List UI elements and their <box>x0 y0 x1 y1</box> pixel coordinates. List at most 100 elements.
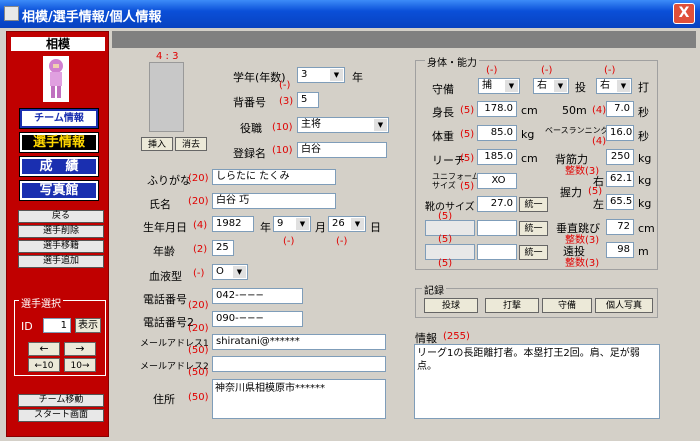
kana-input[interactable]: しらたに たくみ <box>212 169 336 185</box>
team-move-button[interactable]: チーム移動 <box>18 394 104 407</box>
grade-value: 3 <box>301 69 308 80</box>
nav-stats[interactable]: 成 績 <box>19 156 99 177</box>
mail1-input[interactable]: shiratani@****** <box>212 334 386 350</box>
photo-ratio: 4 : 3 <box>156 51 179 62</box>
bat-select[interactable]: 右 ▼ <box>596 78 632 94</box>
birth-month-hint: (-) <box>283 236 295 247</box>
show-button[interactable]: 表示 <box>75 318 101 333</box>
next10-button[interactable]: 10→ <box>64 358 96 372</box>
jump-unit: cm <box>638 222 655 235</box>
extra1-unify-button[interactable]: 統一 <box>519 221 548 236</box>
extra1-input[interactable] <box>477 220 517 236</box>
tel1-label: 電話番号 <box>143 293 187 306</box>
shoe-input[interactable]: 27.0 <box>477 196 517 212</box>
role-select[interactable]: 主将 ▼ <box>297 117 389 133</box>
record-fielding-button[interactable]: 守備 <box>542 298 592 313</box>
age-limit: (2) <box>193 244 208 255</box>
number-input[interactable]: 5 <box>297 92 319 108</box>
player-photo <box>149 62 184 132</box>
run50-limit: (4) <box>592 105 607 116</box>
muscle-input[interactable]: 250 <box>606 149 634 165</box>
start-screen-button[interactable]: スタート画面 <box>18 409 104 422</box>
birth-day-value: 26 <box>332 218 345 229</box>
grade-label: 学年(年数) <box>233 71 286 84</box>
regname-input[interactable]: 白谷 <box>297 142 387 158</box>
height-input[interactable]: 178.0 <box>477 101 517 117</box>
title-bar: 相模/選手情報/個人情報 <box>0 0 700 28</box>
pos-hint: (-) <box>486 65 498 76</box>
nav-player-info[interactable]: 選手情報 <box>19 132 99 153</box>
jump-input[interactable]: 72 <box>606 219 634 235</box>
run50-unit: 秒 <box>638 106 649 119</box>
pos-label: 守備 <box>432 83 454 96</box>
base-limit: (4) <box>592 136 607 147</box>
reach-input[interactable]: 185.0 <box>477 149 517 165</box>
muscle-unit: kg <box>638 152 652 165</box>
tel1-input[interactable]: 042-−−− <box>212 288 303 304</box>
record-batting-button[interactable]: 打撃 <box>485 298 539 313</box>
number-label: 背番号 <box>233 96 266 109</box>
grade-select[interactable]: 3 ▼ <box>297 67 345 83</box>
mail2-limit: (50) <box>188 367 209 378</box>
uniform-input[interactable]: XO <box>477 173 517 189</box>
birth-limit: (4) <box>193 220 208 231</box>
prev-button[interactable]: ← <box>28 342 60 356</box>
chevron-down-icon: ▼ <box>554 80 567 92</box>
kana-limit: (20) <box>188 173 209 184</box>
tel2-label: 電話番号2 <box>143 316 194 329</box>
bat-hint: (-) <box>604 65 616 76</box>
nav-photos[interactable]: 写真館 <box>19 180 99 201</box>
personal-photo-button[interactable]: 個人写真 <box>595 298 653 313</box>
birth-year-input[interactable]: 1982 <box>212 216 254 232</box>
throwdist-input[interactable]: 98 <box>606 242 634 258</box>
extra2-unify-button[interactable]: 統一 <box>519 245 548 260</box>
pos-value: 捕 <box>482 80 492 91</box>
info-textarea[interactable]: リーグ1の長距離打者。本塁打王2回。肩、足が弱点。 <box>414 344 660 419</box>
age-input[interactable]: 25 <box>212 240 234 256</box>
photo-insert-button[interactable]: 挿入 <box>141 137 173 151</box>
close-button[interactable]: X <box>673 3 695 24</box>
role-limit: (10) <box>272 122 293 133</box>
chevron-down-icon: ▼ <box>233 266 246 278</box>
run50-input[interactable]: 7.0 <box>606 101 634 117</box>
nav-team-info[interactable]: チーム情報 <box>19 108 99 129</box>
blood-select[interactable]: O ▼ <box>212 264 248 280</box>
grip-left-unit: kg <box>638 197 652 210</box>
addr-textarea[interactable]: 神奈川県相模原市****** <box>212 379 386 419</box>
birth-month-select[interactable]: 9 ▼ <box>273 216 311 232</box>
grip-left-input[interactable]: 65.5 <box>606 194 634 210</box>
photo-delete-button[interactable]: 消去 <box>175 137 207 151</box>
birth-day-unit: 日 <box>370 221 381 234</box>
transfer-player-button[interactable]: 選手移籍 <box>18 240 104 253</box>
mail2-input[interactable] <box>212 356 386 372</box>
extra2-input[interactable] <box>477 244 517 260</box>
back-button[interactable]: 戻る <box>18 210 104 223</box>
prev10-button[interactable]: ←10 <box>28 358 60 372</box>
throwdist-unit: m <box>638 245 649 258</box>
regname-limit: (10) <box>272 145 293 156</box>
grip-label: 握力 <box>560 186 582 199</box>
id-input[interactable]: 1 <box>43 318 71 333</box>
base-label: ベースランニング <box>545 126 609 135</box>
birth-year-unit: 年 <box>260 221 271 234</box>
throw-select[interactable]: 右 ▼ <box>533 78 569 94</box>
base-unit: 秒 <box>638 130 649 143</box>
pos-select[interactable]: 捕 ▼ <box>478 78 520 94</box>
weight-input[interactable]: 85.0 <box>477 125 517 141</box>
add-player-button[interactable]: 選手追加 <box>18 255 104 268</box>
name-label: 氏名 <box>149 198 171 211</box>
tel2-input[interactable]: 090-−−− <box>212 311 303 327</box>
birth-day-hint: (-) <box>336 236 348 247</box>
addr-label: 住所 <box>153 393 175 406</box>
base-input[interactable]: 16.0 <box>606 125 634 141</box>
role-label: 役職 <box>240 122 262 135</box>
record-pitching-button[interactable]: 投球 <box>424 298 478 313</box>
birth-day-select[interactable]: 26 ▼ <box>328 216 366 232</box>
uniform-limit: (5) <box>460 181 475 192</box>
name-input[interactable]: 白谷 巧 <box>212 193 336 209</box>
next-button[interactable]: → <box>64 342 96 356</box>
shoe-unify-button[interactable]: 統一 <box>519 197 548 212</box>
grip-right-input[interactable]: 62.1 <box>606 171 634 187</box>
run50-label: 50m <box>562 104 587 117</box>
delete-player-button[interactable]: 選手削除 <box>18 225 104 238</box>
